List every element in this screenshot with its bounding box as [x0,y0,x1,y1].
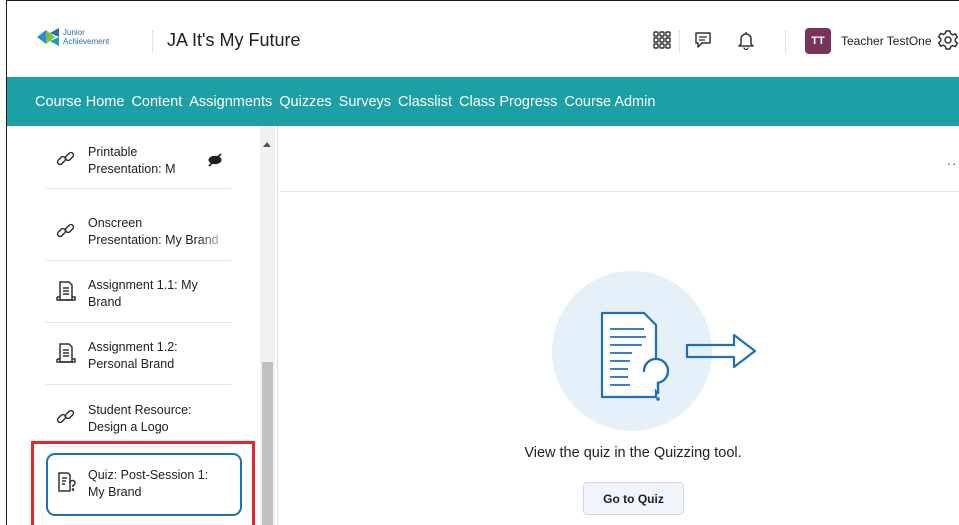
sidebar-item-label: Onscreen Presentation: My Brand [88,215,230,249]
sidebar-item-label: Student Resource: Design a Logo [88,402,230,436]
label-line1: Onscreen [88,216,143,230]
header-divider [152,31,153,53]
scrollbar-thumb[interactable] [262,362,273,525]
label-line2: Personal Brand [88,357,175,371]
logo-line1: Junior [63,28,85,37]
label-line2: Presentation: My Brand [88,233,219,247]
go-to-quiz-button[interactable]: Go to Quiz [583,482,684,515]
label-line1: Assignment 1.1: My [88,278,198,292]
quiz-illustration [552,271,757,431]
waffle-icon[interactable] [649,27,675,53]
hidden-eye-icon [208,153,222,167]
label-line2: Presentation: M [88,162,176,176]
sidebar-item-label: Printable Presentation: M [88,144,204,178]
nav-classlist[interactable]: Classlist [398,94,452,110]
link-icon [56,223,75,238]
gear-icon[interactable] [935,27,959,53]
label-line1: Printable [88,145,138,159]
sidebar-item-assignment-1-2[interactable]: Assignment 1.2: Personal Brand [45,322,231,385]
header-divider [679,31,680,53]
link-icon [56,151,75,166]
ja-logo-icon [37,28,59,46]
top-header: Junior Achievement JA It's My Future TT … [7,1,959,77]
avatar[interactable]: TT [805,28,831,54]
nav-course-home[interactable]: Course Home [35,94,124,110]
sidebar-divider [277,126,278,525]
nav-surveys[interactable]: Surveys [339,94,391,110]
sidebar-item-label: Assignment 1.1: My Brand [88,277,230,311]
bell-icon[interactable] [733,27,759,53]
label-line2: Brand [88,295,122,309]
annotation-red-box [31,441,255,525]
nav-quizzes[interactable]: Quizzes [279,94,331,110]
nav-class-progress[interactable]: Class Progress [459,94,557,110]
header-divider [785,31,786,53]
course-title[interactable]: JA It's My Future [167,30,300,51]
assignment-icon [56,343,76,363]
sidebar-item-assignment-1-1[interactable]: Assignment 1.1: My Brand [45,260,231,323]
course-navbar: Course Home Content Assignments Quizzes … [7,77,959,126]
scroll-up-arrow-icon[interactable] [263,142,271,147]
ja-logo[interactable]: Junior Achievement [37,28,109,46]
nav-course-admin[interactable]: Course Admin [564,94,655,110]
nav-content[interactable]: Content [131,94,182,110]
chat-icon[interactable] [690,27,716,53]
sidebar-item-onscreen-presentation[interactable]: Onscreen Presentation: My Brand [45,198,231,261]
link-icon [56,409,75,424]
browser-frame: Junior Achievement JA It's My Future TT … [6,0,959,525]
sidebar-item-printable-presentation[interactable]: Printable Presentation: M [45,126,231,189]
sidebar-item-label: Assignment 1.2: Personal Brand [88,339,230,373]
quiz-message: View the quiz in the Quizzing tool. [524,445,742,461]
more-options-icon[interactable]: .. [947,152,957,168]
label-line1: Student Resource: [88,403,192,417]
content-topbar [279,126,959,192]
label-line2: Design a Logo [88,420,169,434]
user-name[interactable]: Teacher TestOne [841,34,932,48]
sidebar-item-student-resource[interactable]: Student Resource: Design a Logo [45,384,231,447]
assignment-icon [56,281,76,301]
nav-assignments[interactable]: Assignments [189,94,272,110]
label-line1: Assignment 1.2: [88,340,178,354]
logo-text: Junior Achievement [63,28,109,46]
logo-line2: Achievement [63,37,110,46]
